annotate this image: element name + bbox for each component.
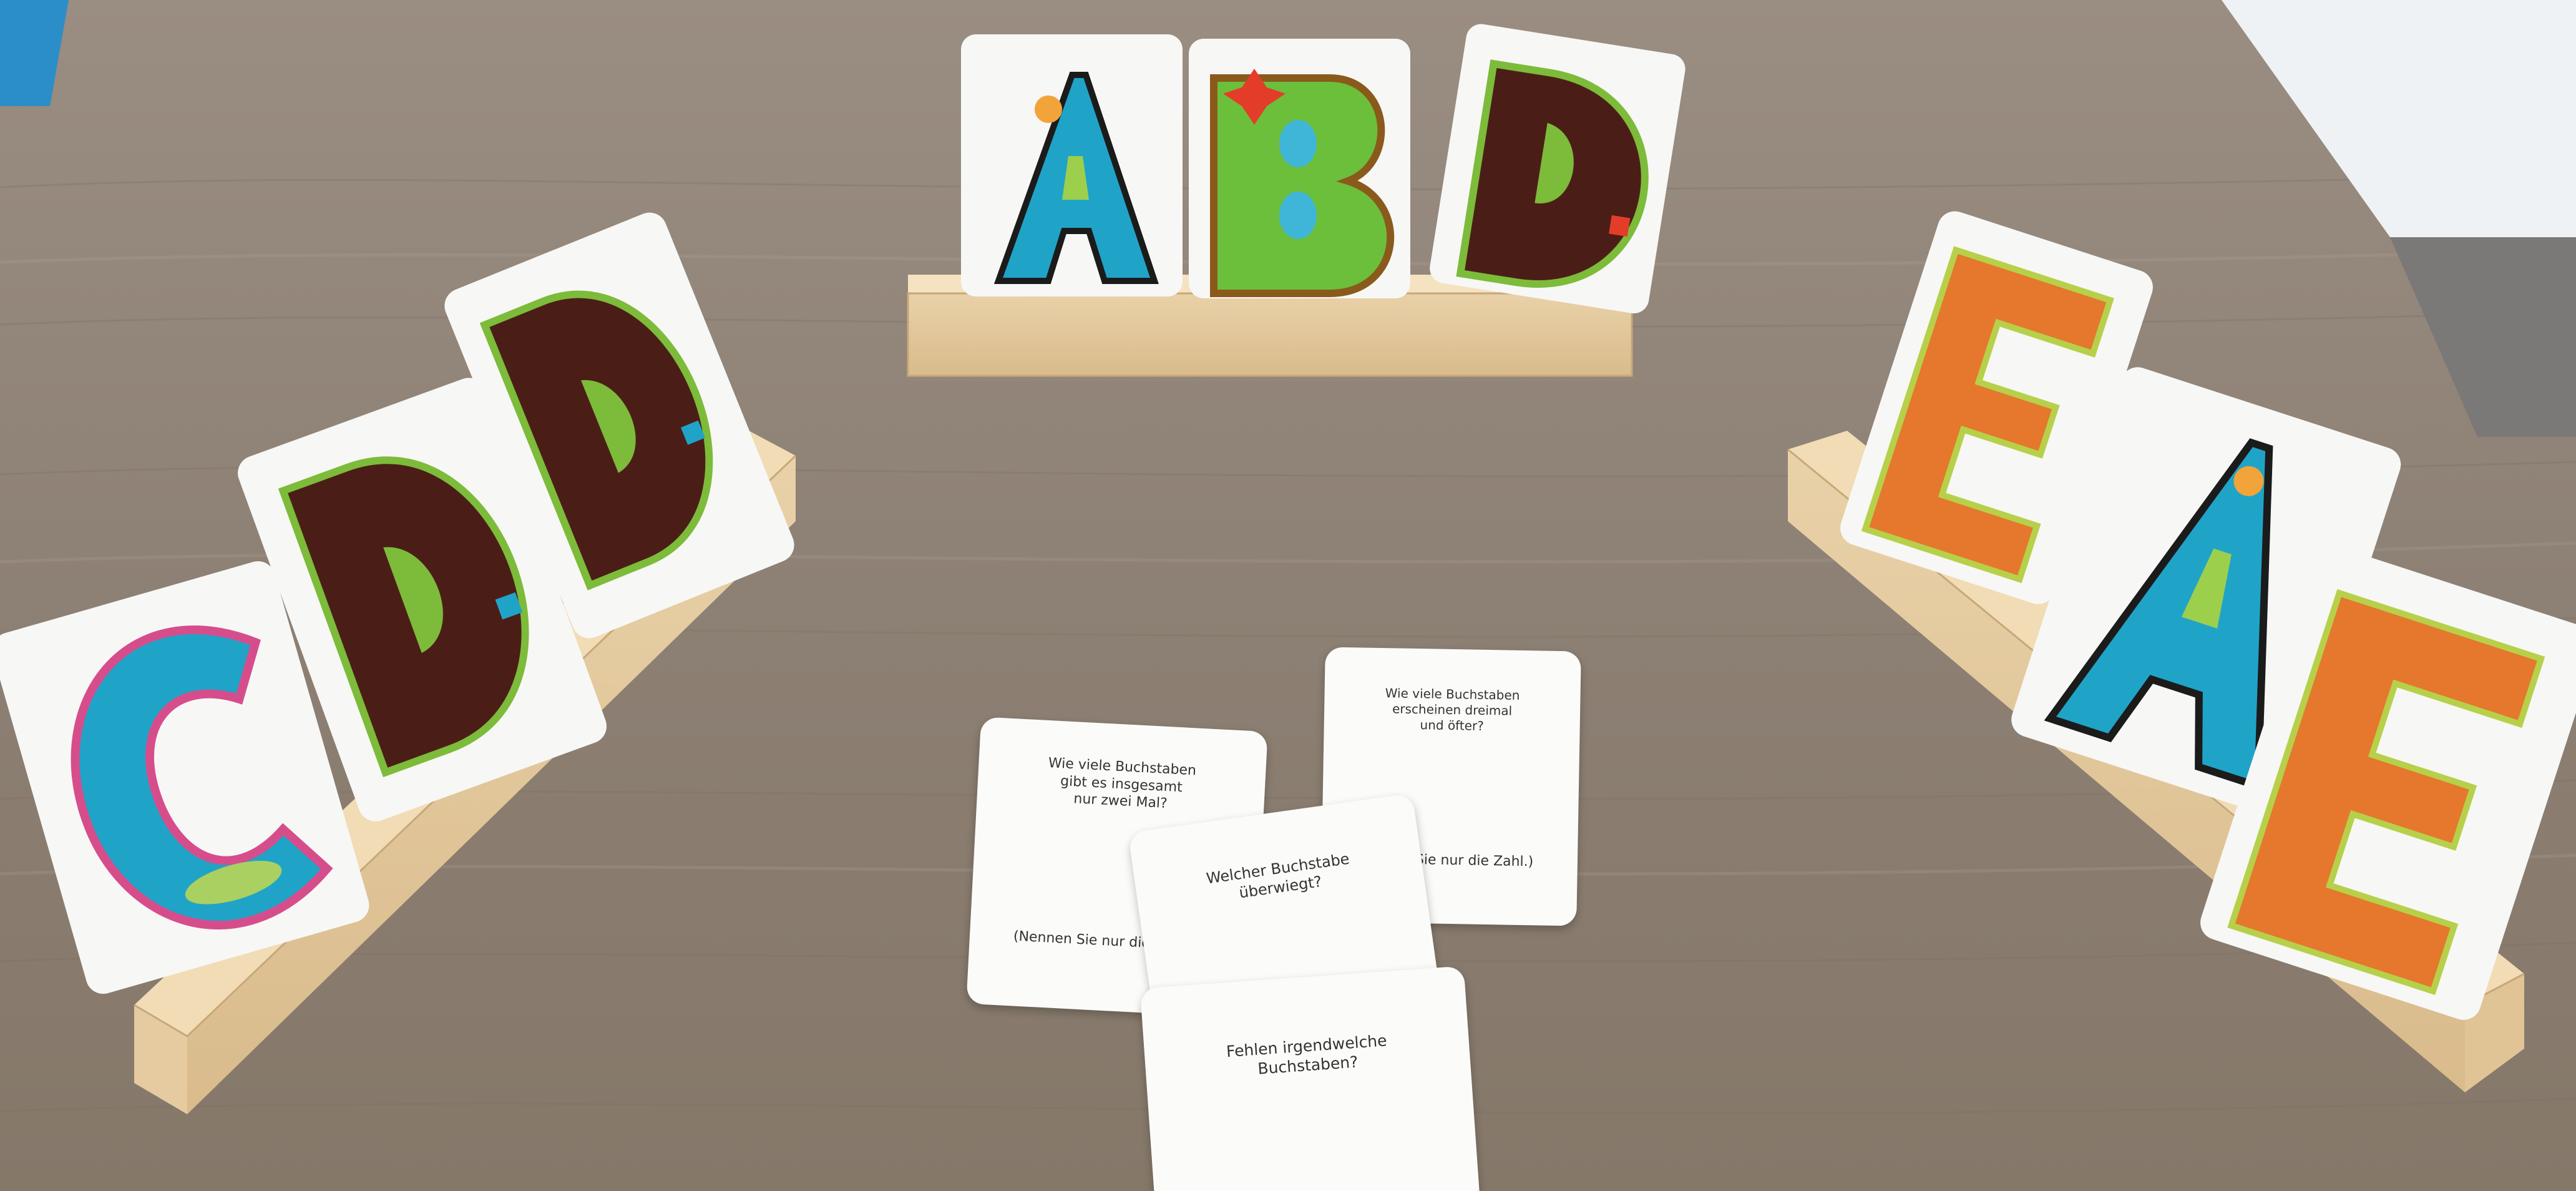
question-card-2-text: Wie viele Buchstaben erscheinen dreimal … <box>1385 685 1520 733</box>
question-card-4[interactable]: Fehlen irgendwelche Buchstaben? <box>1139 966 1481 1191</box>
question-card-1-text: Wie viele Buchstaben gibt es insgesamt n… <box>1048 755 1197 812</box>
card-B-center <box>1189 39 1410 298</box>
photo-scene: Wie viele Buchstaben gibt es insgesamt n… <box>0 0 2576 1191</box>
card-A-center <box>961 34 1183 297</box>
card-D-center <box>1430 24 1686 313</box>
question-card-2-hint: Sie nur die Zahl.) <box>1415 852 1534 870</box>
question-card-4-text: Fehlen irgendwelche Buchstaben? <box>1226 1031 1388 1078</box>
question-card-3-text: Welcher Buchstabe überwiegt? <box>1205 850 1351 902</box>
